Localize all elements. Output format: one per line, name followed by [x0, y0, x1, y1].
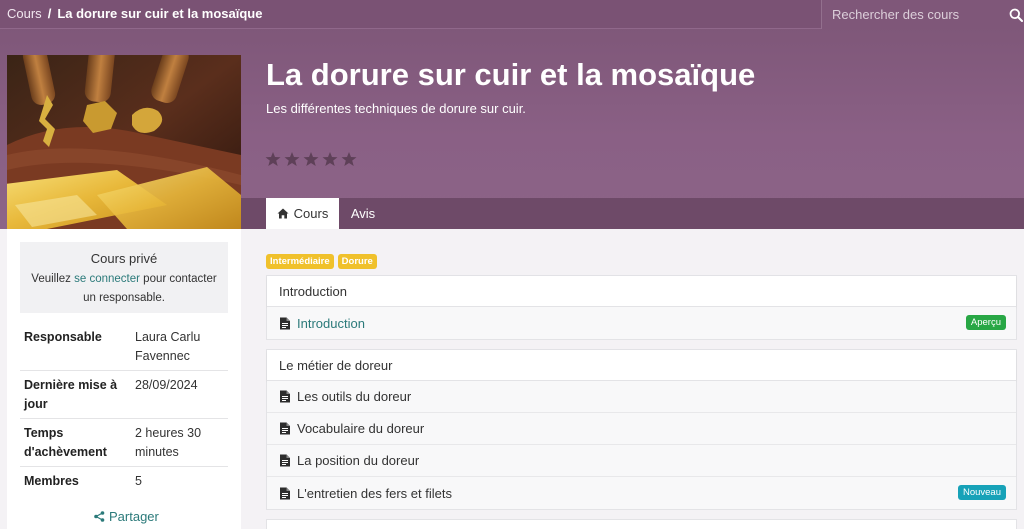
search-icon[interactable] [1008, 1, 1024, 29]
course-section-next [266, 519, 1017, 529]
breadcrumb-cours-link[interactable]: Cours [7, 6, 42, 21]
lesson-label[interactable]: Introduction [297, 316, 365, 331]
home-icon [277, 208, 289, 219]
info-key: Responsable [24, 330, 102, 344]
lesson-item[interactable]: Vocabulaire du doreur [267, 413, 1016, 445]
search-input[interactable] [822, 0, 1008, 29]
star-icon [303, 152, 319, 166]
login-link[interactable]: se connecter [74, 273, 140, 285]
tab-avis-label: Avis [350, 206, 376, 221]
section-title: Le métier de doreur [267, 350, 1016, 381]
lesson-label: Les outils du doreur [297, 389, 412, 404]
document-icon [280, 487, 290, 499]
info-key: Membres [24, 474, 79, 488]
course-sidebar: Cours privé Veuillez se connecter pour c… [7, 229, 241, 529]
breadcrumb-separator: / [47, 6, 52, 21]
info-row-members: Membres 5 [20, 467, 228, 496]
search-box [821, 0, 1024, 29]
share-button[interactable]: Partager [94, 509, 159, 524]
info-value: 5 [135, 474, 142, 488]
lesson-label: La position du doreur [297, 453, 420, 468]
tab-cours-label: Cours [293, 206, 329, 221]
document-icon [280, 317, 290, 329]
course-tags: Intermédiaire Dorure [266, 254, 377, 269]
top-bar: Cours / La dorure sur cuir et la mosaïqu… [0, 0, 1024, 29]
private-course-title: Cours privé [90, 251, 158, 266]
course-section: Introduction Introduction Aperçu [266, 275, 1017, 340]
private-text-before: Veuillez [31, 273, 75, 285]
document-icon [280, 390, 290, 403]
info-row-last-update: Dernière mise à jour 28/09/2024 [20, 371, 228, 419]
lesson-label: Vocabulaire du doreur [297, 421, 425, 436]
rating-stars [265, 151, 357, 167]
preview-badge: Aperçu [965, 315, 1006, 330]
star-icon [341, 152, 357, 166]
info-key: Dernière mise à jour [24, 378, 118, 411]
info-row-duration: Temps d'achèvement 2 heures 30 minutes [20, 419, 228, 467]
lesson-item[interactable]: Les outils du doreur [267, 381, 1016, 413]
star-icon [322, 152, 338, 166]
tab-cours[interactable]: Cours [266, 198, 339, 229]
star-icon [265, 152, 281, 166]
tab-avis[interactable]: Avis [339, 198, 387, 229]
course-section: Le métier de doreur Les outils du doreur… [266, 349, 1017, 510]
course-info-table: Responsable Laura Carlu Favennec Dernièr… [20, 323, 228, 495]
lesson-item[interactable]: La position du doreur [267, 445, 1016, 477]
private-course-notice: Cours privé Veuillez se connecter pour c… [20, 242, 228, 313]
new-badge: Nouveau [957, 485, 1006, 500]
document-icon [280, 422, 290, 435]
document-icon [280, 454, 290, 467]
course-title: La dorure sur cuir et la mosaïque [266, 57, 756, 92]
info-value: 28/09/2024 [135, 378, 198, 392]
info-value: Laura Carlu Favennec [135, 330, 201, 363]
star-icon [284, 152, 300, 166]
course-subtitle: Les différentes techniques de dorure sur… [266, 101, 526, 116]
tag-badge[interactable]: Dorure [337, 254, 377, 269]
share-icon [94, 511, 105, 522]
lesson-item[interactable]: L'entretien des fers et filets Nouveau [267, 477, 1016, 509]
info-value: 2 heures 30 minutes [135, 426, 202, 459]
tag-badge[interactable]: Intermédiaire [266, 254, 334, 269]
course-cover-image [7, 55, 241, 229]
share-label: Partager [109, 509, 159, 524]
breadcrumb-current: La dorure sur cuir et la mosaïque [57, 6, 263, 21]
lesson-label: L'entretien des fers et filets [297, 485, 452, 501]
breadcrumb: Cours / La dorure sur cuir et la mosaïqu… [7, 6, 262, 21]
section-title: Introduction [267, 276, 1016, 307]
lesson-item[interactable]: Introduction Aperçu [267, 307, 1016, 339]
info-key: Temps d'achèvement [24, 426, 107, 459]
private-course-text: Veuillez se connecter pour contacter un … [24, 270, 224, 308]
info-row-responsable: Responsable Laura Carlu Favennec [20, 323, 228, 371]
